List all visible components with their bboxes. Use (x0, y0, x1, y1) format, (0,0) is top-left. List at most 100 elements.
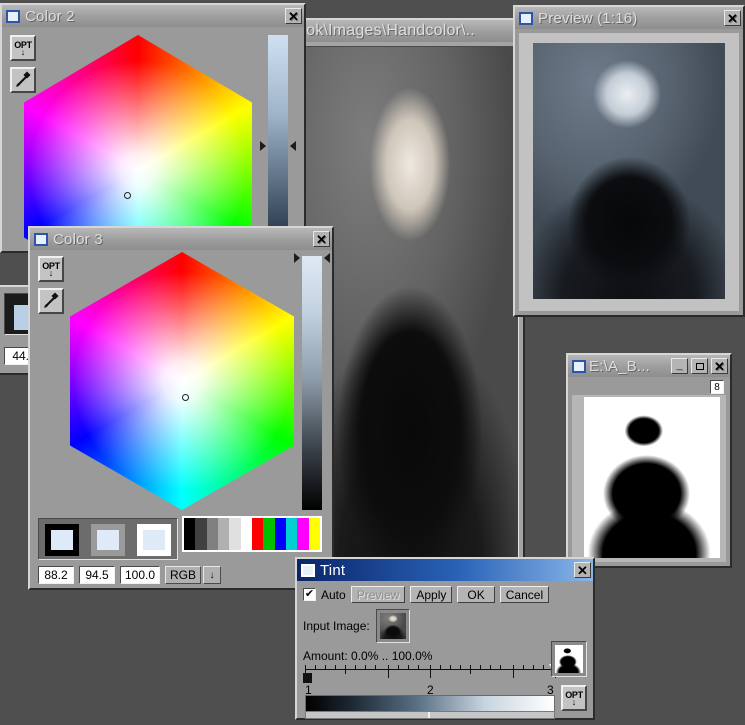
palette-swatch[interactable] (217, 518, 230, 550)
channel-2-value[interactable]: 94.5 (79, 566, 115, 584)
ruler-tick (387, 665, 389, 678)
ruler-tick (512, 665, 514, 678)
palette-swatch[interactable] (229, 518, 241, 550)
palette-swatch[interactable] (184, 518, 196, 550)
mask-window[interactable]: E:\A_B... _ ✕ 8 (566, 353, 732, 568)
color3-window[interactable]: Color 3 ✕ OPT ↓ 88.2 94.5 100.0 RGB ↓ (28, 226, 334, 590)
minimize-icon[interactable]: _ (671, 358, 688, 374)
ruler-tick (542, 665, 544, 670)
swatch-previous[interactable] (91, 524, 125, 556)
palette-swatch[interactable] (263, 518, 275, 550)
desktop: 44.3 ook\Images\Handcolor\.. Preview (1:… (0, 0, 745, 725)
tint-title: Tint (320, 561, 346, 579)
ruler-tick (522, 665, 524, 670)
preview-photo (533, 43, 725, 299)
ruler-tick (450, 665, 451, 670)
palette-swatch[interactable] (206, 518, 218, 550)
window-system-icon[interactable] (519, 11, 533, 25)
ruler-tick (430, 665, 431, 678)
tint-ramp-gutter[interactable] (305, 711, 555, 719)
color3-hex-picker[interactable] (70, 252, 294, 510)
palette-swatch[interactable] (297, 518, 309, 550)
preview-titlebar[interactable]: Preview (1:16) ✕ (515, 7, 743, 29)
ok-button[interactable]: OK (457, 586, 495, 603)
ruler-tick (365, 665, 366, 670)
image-window-title: ook\Images\Handcolor\.. (297, 22, 476, 39)
color3-palette[interactable] (182, 516, 322, 552)
image-window-titlebar[interactable]: ook\Images\Handcolor\.. (297, 20, 523, 42)
mask-silhouette (584, 397, 720, 558)
window-system-icon[interactable] (301, 563, 315, 577)
color3-value-row: 88.2 94.5 100.0 RGB ↓ (38, 566, 222, 584)
close-icon[interactable]: ✕ (285, 8, 302, 24)
preview-title: Preview (1:16) (538, 9, 638, 27)
close-icon[interactable]: ✕ (313, 231, 330, 247)
window-system-icon[interactable] (6, 9, 20, 23)
channel-1-value[interactable]: 88.2 (38, 566, 74, 584)
tint-titlebar[interactable]: Tint ✕ (297, 559, 593, 581)
cancel-button[interactable]: Cancel (499, 586, 550, 603)
channel-3-value[interactable]: 100.0 (120, 566, 160, 584)
color3-marker-right[interactable] (324, 253, 330, 263)
opt-button[interactable]: OPT ↓ (38, 256, 64, 282)
color2-value-track[interactable] (268, 35, 288, 233)
color3-titlebar[interactable]: Color 3 ✕ (30, 228, 332, 250)
mask-titlebar[interactable]: E:\A_B... _ ✕ (568, 355, 730, 377)
ruler-tick (470, 665, 471, 674)
swatch-default[interactable] (137, 524, 171, 556)
palette-swatch[interactable] (240, 518, 252, 550)
palette-swatch[interactable] (195, 518, 207, 550)
ruler-tick (407, 665, 409, 670)
color3-hex-clip (70, 252, 294, 510)
input-image-preview (379, 613, 406, 639)
tint-input-image-row: Input Image: (303, 609, 410, 643)
ruler-tick (375, 665, 376, 670)
color3-value-track[interactable] (302, 256, 322, 510)
swatch-current[interactable] (45, 524, 79, 556)
apply-button[interactable]: Apply (410, 586, 453, 603)
color2-hex-clip (24, 35, 252, 253)
palette-swatch[interactable] (274, 518, 286, 550)
close-icon[interactable]: ✕ (711, 358, 728, 374)
window-system-icon[interactable] (572, 359, 586, 373)
color3-marker-left[interactable] (294, 253, 300, 263)
color2-hex-picker[interactable] (24, 35, 252, 253)
preview-button[interactable]: Preview (350, 586, 406, 603)
hex-white-center (24, 35, 252, 253)
colorspace-select[interactable]: RGB ↓ (165, 566, 222, 584)
mask-canvas[interactable] (572, 395, 726, 562)
amount-ruler[interactable] (303, 664, 561, 683)
opt-button[interactable]: OPT ↓ (561, 685, 587, 711)
amount-low-handle[interactable] (303, 673, 312, 683)
color2-window[interactable]: Color 2 ✕ OPT ↓ (0, 3, 306, 253)
color3-value-slider[interactable] (302, 256, 322, 510)
close-icon[interactable]: ✕ (724, 10, 741, 26)
ruler-tick (325, 665, 326, 670)
close-icon[interactable]: ✕ (574, 562, 591, 578)
ruler-tick (397, 665, 399, 670)
input-image-thumbnail[interactable] (375, 609, 410, 643)
color2-titlebar[interactable]: Color 2 ✕ (2, 5, 304, 27)
mask-title: E:\A_B... (589, 357, 650, 375)
tint-dialog[interactable]: Tint ✕ ✔ Auto Preview Apply OK Cancel In… (295, 557, 595, 720)
color3-swatch-group (38, 518, 178, 560)
auto-label: Auto (321, 587, 346, 602)
color3-cursor[interactable] (182, 393, 189, 401)
chevron-down-icon[interactable]: ↓ (203, 566, 222, 584)
auto-checkbox[interactable]: ✔ (303, 588, 316, 601)
portrait-photo (302, 47, 518, 581)
maximize-icon[interactable] (691, 358, 708, 374)
ruler-tick (500, 665, 501, 670)
color2-marker-right[interactable] (290, 141, 296, 151)
color2-value-slider[interactable] (268, 35, 288, 233)
palette-swatch[interactable] (285, 518, 298, 550)
colorspace-label: RGB (165, 566, 202, 584)
color2-marker-left[interactable] (260, 141, 266, 151)
preview-window[interactable]: Preview (1:16) ✕ (513, 5, 745, 317)
palette-swatch[interactable] (308, 518, 320, 550)
eyedropper-button[interactable] (38, 288, 64, 314)
window-system-icon[interactable] (34, 232, 48, 246)
preview-canvas[interactable] (519, 33, 739, 311)
tint-result-thumbnail[interactable] (551, 641, 587, 677)
palette-swatch[interactable] (251, 518, 264, 550)
